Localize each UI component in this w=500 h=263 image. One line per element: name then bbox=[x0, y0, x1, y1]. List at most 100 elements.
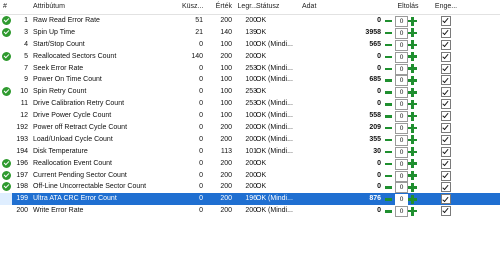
offset-increase-button[interactable] bbox=[408, 171, 417, 181]
offset-decrease-button[interactable] bbox=[384, 76, 393, 84]
enable-checkbox[interactable] bbox=[441, 146, 451, 157]
column-header-worst[interactable]: Legr... bbox=[232, 0, 257, 14]
enable-checkbox[interactable] bbox=[441, 111, 451, 122]
offset-increase-button[interactable] bbox=[408, 111, 417, 121]
offset-increase-button[interactable] bbox=[408, 194, 417, 204]
enable-checkbox[interactable] bbox=[441, 206, 451, 217]
offset-increase-button[interactable] bbox=[408, 182, 417, 192]
table-row[interactable]: 12 Drive Power Cycle Count 0 100 100 OK (Mind… bbox=[0, 110, 500, 123]
enable-checkbox[interactable] bbox=[441, 87, 451, 98]
offset-decrease-button[interactable] bbox=[384, 65, 393, 73]
enable-checkbox[interactable] bbox=[441, 16, 451, 26]
offset-decrease-button[interactable] bbox=[384, 160, 393, 168]
attribute-threshold: 0 bbox=[199, 183, 203, 191]
enable-checkbox[interactable] bbox=[441, 27, 451, 38]
offset-field[interactable]: 0 bbox=[395, 27, 408, 39]
offset-field[interactable]: 0 bbox=[395, 39, 408, 51]
offset-field[interactable]: 0 bbox=[395, 123, 408, 135]
offset-increase-button[interactable] bbox=[408, 206, 417, 216]
offset-field[interactable]: 0 bbox=[395, 194, 408, 206]
offset-decrease-button[interactable] bbox=[384, 88, 393, 96]
column-header-offset[interactable]: Eltolás bbox=[386, 0, 430, 14]
enable-checkbox[interactable] bbox=[441, 158, 451, 169]
offset-field[interactable]: 0 bbox=[395, 111, 408, 123]
enable-checkbox[interactable] bbox=[441, 63, 451, 74]
enable-checkbox[interactable] bbox=[441, 39, 451, 50]
column-header-status[interactable]: Státusz bbox=[256, 0, 298, 14]
offset-increase-button[interactable] bbox=[408, 75, 417, 85]
table-row[interactable]: 4 Start/Stop Count 0 100 100 OK (Mindi... 565 0 bbox=[0, 39, 500, 51]
offset-field[interactable]: 0 bbox=[395, 51, 408, 63]
offset-increase-button[interactable] bbox=[408, 52, 417, 62]
offset-field[interactable]: 0 bbox=[395, 170, 408, 182]
offset-decrease-button[interactable] bbox=[384, 195, 393, 203]
offset-decrease-button[interactable] bbox=[384, 136, 393, 144]
offset-increase-button[interactable] bbox=[408, 87, 417, 97]
enable-checkbox[interactable] bbox=[441, 51, 451, 62]
table-row[interactable]: 196 Reallocation Event Count 0 200 200 OK 0 0 bbox=[0, 158, 500, 170]
offset-increase-button[interactable] bbox=[408, 123, 417, 133]
offset-increase-button[interactable] bbox=[408, 135, 417, 145]
column-header-data[interactable]: Adat bbox=[302, 0, 383, 14]
offset-field[interactable]: 0 bbox=[395, 134, 408, 146]
offset-field[interactable]: 0 bbox=[395, 146, 408, 158]
enable-checkbox[interactable] bbox=[441, 182, 451, 193]
offset-decrease-button[interactable] bbox=[384, 172, 393, 180]
table-row[interactable]: 7 Seek Error Rate 0 100 253 OK (Mindi... 0 0 bbox=[0, 63, 500, 75]
offset-field[interactable]: 0 bbox=[395, 99, 408, 111]
enable-checkbox[interactable] bbox=[441, 123, 451, 134]
offset-decrease-button[interactable] bbox=[384, 183, 393, 191]
column-header-threshold[interactable]: Küsz... bbox=[182, 0, 203, 14]
column-header-enable[interactable]: Enge... bbox=[432, 0, 460, 14]
table-row[interactable]: 194 Disk Temperature 0 113 101 OK (Mindi... 30… bbox=[0, 146, 500, 158]
attribute-status: OK (Mindi... bbox=[256, 135, 293, 143]
column-header-attribute[interactable]: Attribútum bbox=[33, 0, 179, 14]
table-row[interactable]: 200 Write Error Rate 0 200 200 OK (Mindi... 0 0 bbox=[0, 205, 500, 218]
attribute-worst: 100 bbox=[245, 76, 257, 84]
offset-decrease-button[interactable] bbox=[384, 148, 393, 156]
offset-decrease-button[interactable] bbox=[384, 53, 393, 61]
enable-checkbox[interactable] bbox=[441, 194, 451, 205]
offset-decrease-button[interactable] bbox=[384, 124, 393, 132]
table-row[interactable]: 197 Current Pending Sector Count 0 200 200 OK… bbox=[0, 170, 500, 182]
column-header-id[interactable]: # bbox=[3, 0, 13, 14]
enable-checkbox[interactable] bbox=[441, 99, 451, 110]
enable-checkbox[interactable] bbox=[441, 134, 451, 145]
offset-decrease-button[interactable] bbox=[384, 29, 393, 37]
table-row[interactable]: 5 Reallocated Sectors Count 140 200 200 OK 0 0 bbox=[0, 51, 500, 63]
status-icon-cell bbox=[2, 74, 12, 86]
table-row[interactable]: 1 Raw Read Error Rate 51 200 200 OK 0 0 bbox=[0, 15, 500, 27]
offset-decrease-button[interactable] bbox=[384, 100, 393, 108]
table-row[interactable]: 198 Off-Line Uncorrectable Sector Count 0 2… bbox=[0, 181, 500, 194]
offset-increase-button[interactable] bbox=[408, 159, 417, 169]
offset-increase-button[interactable] bbox=[408, 28, 417, 38]
offset-field[interactable]: 0 bbox=[395, 16, 408, 27]
table-row[interactable]: 192 Power off Retract Cycle Count 0 200 200 O… bbox=[0, 122, 500, 135]
table-row[interactable]: 3 Spin Up Time 21 140 139 OK 3958 0 bbox=[0, 27, 500, 39]
offset-increase-button[interactable] bbox=[408, 16, 417, 26]
enable-checkbox[interactable] bbox=[441, 75, 451, 86]
table-row[interactable]: 9 Power On Time Count 0 100 100 OK (Mindi... 6… bbox=[0, 74, 500, 87]
offset-field[interactable]: 0 bbox=[395, 158, 408, 170]
offset-increase-button[interactable] bbox=[408, 147, 417, 157]
attribute-name: Reallocation Event Count bbox=[33, 159, 112, 167]
column-header-value[interactable]: Érték bbox=[205, 0, 232, 14]
offset-decrease-button[interactable] bbox=[384, 207, 393, 215]
table-row[interactable]: 10 Spin Retry Count 0 100 253 OK 0 0 bbox=[0, 86, 500, 99]
table-row[interactable]: 199 Ultra ATA CRC Error Count 0 200 196 OK (M… bbox=[0, 193, 500, 206]
offset-field[interactable]: 0 bbox=[395, 63, 408, 75]
offset-increase-button[interactable] bbox=[408, 99, 417, 109]
table-row[interactable]: 11 Drive Calibration Retry Count 0 100 253 OK… bbox=[0, 98, 500, 111]
offset-increase-button[interactable] bbox=[408, 40, 417, 50]
offset-decrease-button[interactable] bbox=[384, 41, 393, 49]
enable-checkbox[interactable] bbox=[441, 170, 451, 181]
offset-increase-button[interactable] bbox=[408, 64, 417, 74]
offset-field[interactable]: 0 bbox=[395, 75, 408, 87]
offset-decrease-button[interactable] bbox=[384, 112, 393, 120]
offset-field[interactable]: 0 bbox=[395, 206, 408, 218]
table-row[interactable]: 193 Load/Unload Cycle Count 0 200 200 OK (Min… bbox=[0, 134, 500, 146]
offset-field[interactable]: 0 bbox=[395, 87, 408, 99]
offset-decrease-button[interactable] bbox=[384, 17, 393, 25]
offset-field[interactable]: 0 bbox=[395, 182, 408, 194]
attribute-threshold: 0 bbox=[199, 135, 203, 143]
